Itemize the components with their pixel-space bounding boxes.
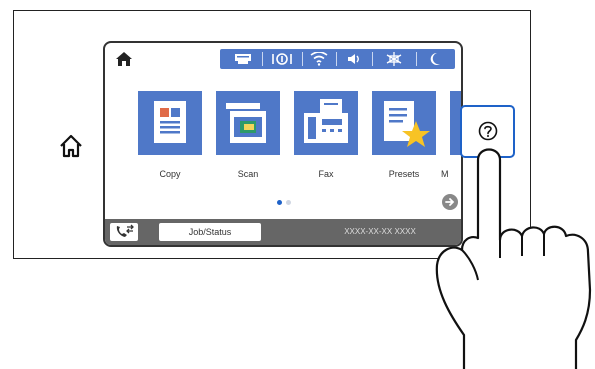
scan-to-device-icon[interactable]	[226, 49, 260, 69]
eco-icon[interactable]	[374, 49, 414, 69]
status-icon-strip	[220, 49, 455, 69]
volume-icon[interactable]	[338, 49, 370, 69]
divider	[262, 52, 263, 66]
fax-call-log-button[interactable]	[110, 223, 138, 241]
divider	[372, 52, 373, 66]
date-time-display: XXXX-XX-XX XXXX	[344, 227, 416, 236]
bottom-bar: Job/Status XXXX-XX-XX XXXX	[105, 219, 461, 245]
divider	[302, 52, 303, 66]
help-icon	[478, 121, 498, 141]
page-dot	[286, 200, 291, 205]
page-dot-active	[277, 200, 282, 205]
copy-label: Copy	[159, 169, 181, 179]
job-status-button[interactable]: Job/Status	[159, 223, 261, 241]
top-status-bar	[105, 43, 461, 79]
fax-icon	[304, 99, 348, 143]
scan-icon	[226, 103, 266, 143]
sleep-icon[interactable]	[418, 49, 452, 69]
presets-tile[interactable]	[372, 91, 436, 155]
scan-label: Scan	[237, 169, 259, 179]
hardware-home-icon[interactable]	[58, 133, 84, 159]
wifi-icon[interactable]	[304, 49, 334, 69]
home-icon[interactable]	[115, 51, 133, 67]
fax-label: Fax	[318, 169, 334, 179]
divider	[336, 52, 337, 66]
pointing-hand-icon	[435, 148, 592, 369]
app-icon-row: Copy Scan Fax Presets M	[105, 91, 461, 191]
scan-tile[interactable]	[216, 91, 280, 155]
presets-icon	[384, 101, 430, 147]
copy-tile[interactable]	[138, 91, 202, 155]
copy-icon	[154, 101, 186, 143]
touch-screen: Copy Scan Fax Presets M Job/Status XXXX-…	[103, 41, 463, 247]
network-usb-icon[interactable]	[264, 49, 300, 69]
divider	[416, 52, 417, 66]
phone-arrows-icon	[116, 224, 134, 237]
fax-tile[interactable]	[294, 91, 358, 155]
